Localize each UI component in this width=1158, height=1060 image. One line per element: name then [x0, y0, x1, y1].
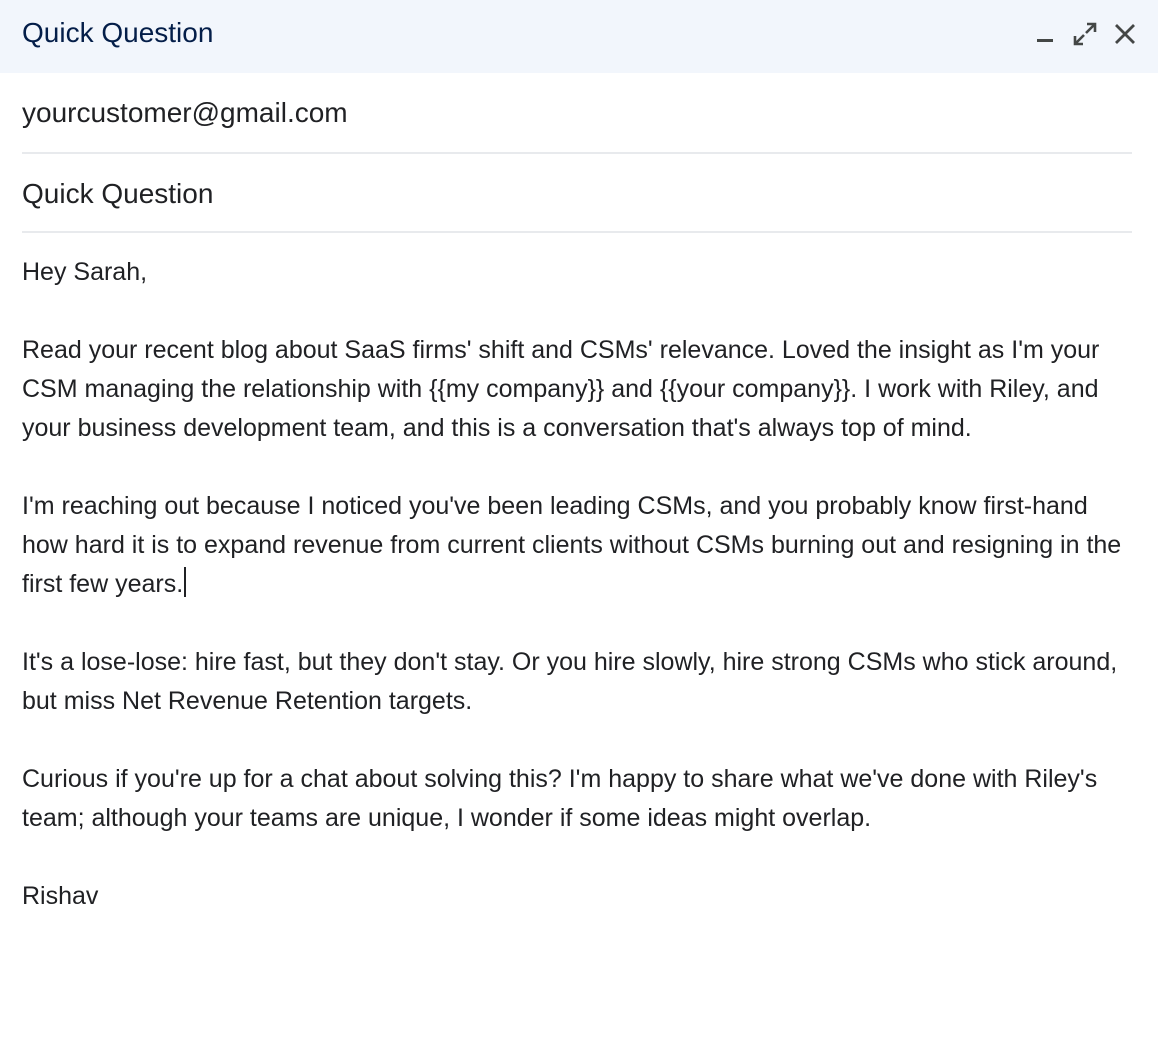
message-paragraph-with-cursor: I'm reaching out because I noticed you'v…: [22, 487, 1132, 604]
subject-input[interactable]: Quick Question: [22, 177, 213, 211]
compose-title: Quick Question: [22, 17, 214, 48]
close-icon: [1115, 24, 1135, 44]
to-field[interactable]: yourcustomer@gmail.com: [22, 73, 1132, 154]
window-controls: [1030, 18, 1140, 50]
message-body[interactable]: Hey Sarah, Read your recent blog about S…: [22, 233, 1132, 916]
message-paragraph: Read your recent blog about SaaS firms' …: [22, 336, 1100, 442]
message-paragraph: Curious if you're up for a chat about so…: [22, 765, 1098, 832]
expand-button[interactable]: [1070, 18, 1100, 50]
compose-window: Quick Question yourcustomer@gmail.com Qu…: [0, 0, 1158, 1060]
expand-icon: [1073, 22, 1097, 46]
to-recipient[interactable]: yourcustomer@gmail.com: [22, 96, 348, 130]
subject-field[interactable]: Quick Question: [22, 154, 1132, 233]
minimize-icon: [1037, 39, 1053, 42]
message-paragraph: I'm reaching out because I noticed you'v…: [22, 492, 1122, 598]
close-button[interactable]: [1110, 18, 1140, 50]
minimize-button[interactable]: [1030, 18, 1060, 50]
compose-titlebar[interactable]: Quick Question: [0, 0, 1158, 73]
message-greeting: Hey Sarah,: [22, 258, 148, 286]
message-paragraph: It's a lose-lose: hire fast, but they do…: [22, 648, 1118, 715]
message-signature: Rishav: [22, 882, 99, 910]
text-cursor: [184, 567, 187, 597]
